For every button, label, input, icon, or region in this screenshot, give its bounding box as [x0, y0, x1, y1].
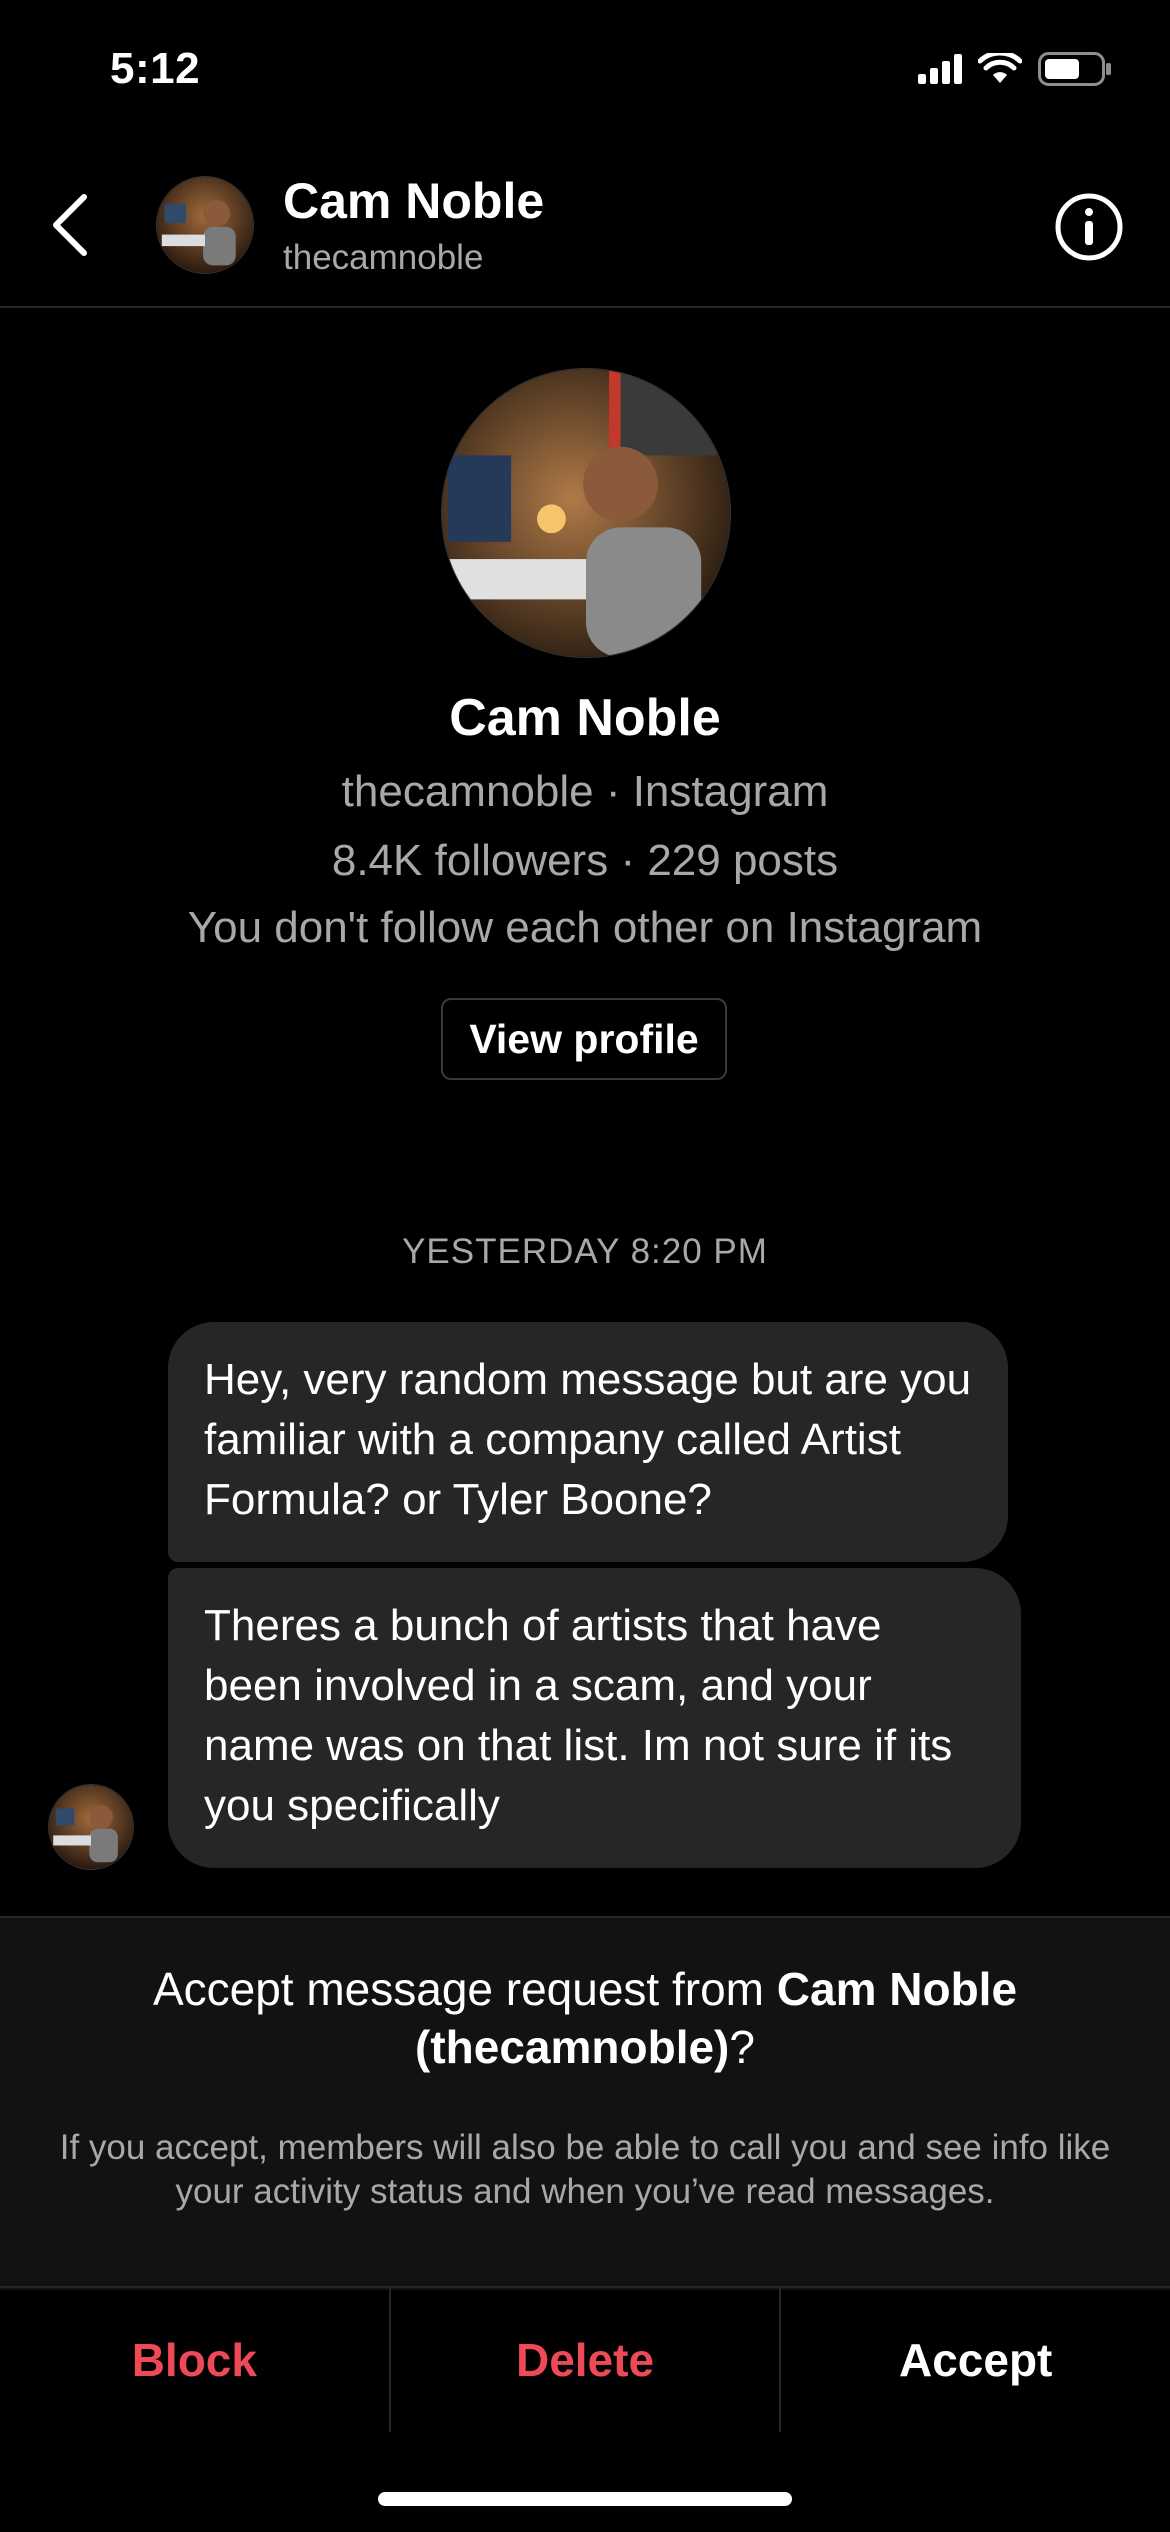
- profile-name: Cam Noble: [449, 689, 721, 747]
- battery-icon: [1038, 52, 1111, 86]
- back-button[interactable]: [40, 185, 100, 265]
- message-bubble[interactable]: Hey, very random message but are you fam…: [168, 1322, 1008, 1562]
- home-indicator[interactable]: [378, 2492, 792, 2506]
- accept-button[interactable]: Accept: [779, 2288, 1170, 2432]
- wifi-icon: [978, 53, 1022, 83]
- request-description: If you accept, members will also be able…: [59, 2128, 1111, 2211]
- info-icon: [1055, 193, 1123, 261]
- request-title-suffix: ?: [729, 2021, 755, 2073]
- header-avatar[interactable]: [156, 176, 254, 274]
- status-time: 5:12: [110, 44, 201, 93]
- request-title: Accept message request from Cam Noble (t…: [60, 1960, 1110, 2076]
- request-actions: Block Delete Accept: [0, 2286, 1170, 2432]
- sender-avatar[interactable]: [48, 1784, 134, 1870]
- follow-status: You don't follow each other on Instagram: [187, 903, 983, 952]
- header-name[interactable]: Cam Noble: [283, 172, 544, 230]
- message-timestamp: YESTERDAY 8:20 PM: [402, 1232, 768, 1271]
- block-button[interactable]: Block: [0, 2288, 389, 2432]
- signal-icon: [918, 54, 962, 84]
- chevron-left-icon: [53, 194, 87, 256]
- header-handle: thecamnoble: [283, 238, 484, 277]
- profile-stats: 8.4K followers · 229 posts: [331, 836, 839, 885]
- profile-avatar[interactable]: [441, 368, 731, 658]
- message-bubble[interactable]: Theres a bunch of artists that have been…: [168, 1568, 1021, 1868]
- status-icons: [918, 52, 1112, 86]
- request-title-prefix: Accept message request from: [152, 1963, 777, 2015]
- profile-handle-platform: thecamnoble · Instagram: [341, 767, 829, 816]
- delete-button[interactable]: Delete: [388, 2288, 780, 2432]
- view-profile-button[interactable]: View profile: [441, 998, 727, 1080]
- info-button[interactable]: [1054, 192, 1124, 262]
